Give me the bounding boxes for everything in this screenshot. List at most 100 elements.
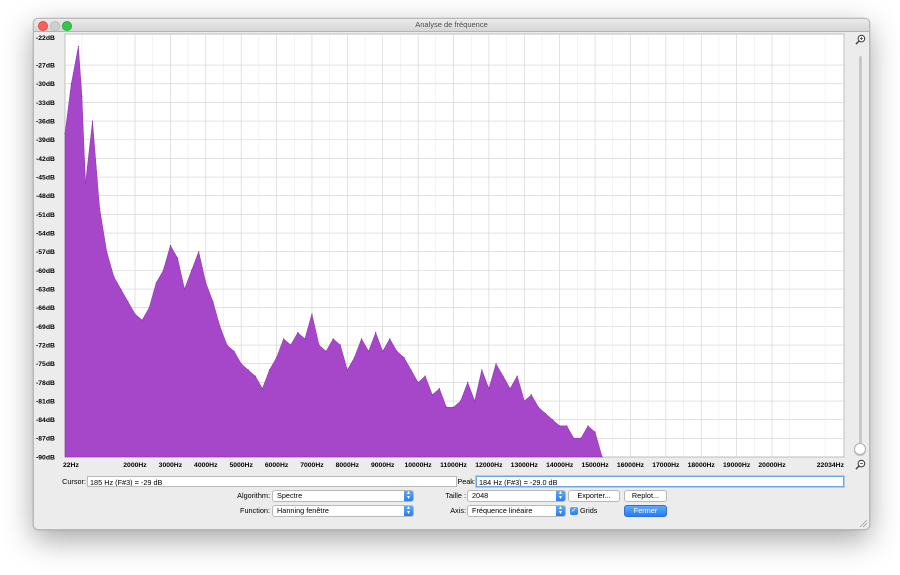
resize-grip-icon[interactable] <box>859 519 867 527</box>
spectrum-point <box>467 381 469 383</box>
spectrum-point <box>297 331 299 334</box>
peak-field[interactable]: 184 Hz (F#3) = -29.0 dB <box>476 476 844 487</box>
spectrum-point <box>106 251 108 253</box>
x-tick-label: 13000Hz <box>511 462 539 469</box>
spectrum-point <box>587 425 589 427</box>
spectrum-point <box>268 369 271 371</box>
chevron-updown-icon: ▴ ▾ <box>556 490 565 501</box>
algorithm-select[interactable]: Spectre ▴ ▾ <box>272 490 414 502</box>
y-tick-label: -54dB <box>36 230 55 237</box>
spectrum-point <box>169 244 171 247</box>
spectrum-point <box>438 387 440 390</box>
spectrum-point <box>502 375 504 377</box>
zoom-slider-track[interactable] <box>859 56 862 448</box>
spectrum-point <box>290 344 292 346</box>
spectrum-point <box>155 282 157 284</box>
magnifier-plus-icon[interactable] <box>855 34 866 45</box>
spectrum-point <box>573 437 575 439</box>
y-tick-label: -51dB <box>36 212 55 219</box>
spectrum-point <box>396 350 398 352</box>
zoom-slider-thumb[interactable] <box>854 443 866 455</box>
y-tick-label: -30dB <box>36 81 55 88</box>
spectrum-plot-area[interactable]: -22dB -27dB -30dB -33dB -36dB -39dB -42dB -45dB… <box>34 32 848 475</box>
spectrum-point <box>339 344 341 346</box>
spectrum-point <box>523 400 525 402</box>
spectrum-point <box>84 182 87 184</box>
algorithm-select-value: Spectre <box>277 491 303 500</box>
spectrum-point <box>346 369 348 371</box>
spectrum-point <box>233 350 235 352</box>
y-tick-label: -36dB <box>36 118 55 125</box>
y-tick-label: -60dB <box>36 268 55 275</box>
spectrum-point <box>367 350 370 352</box>
y-tick-label: -75dB <box>36 361 55 368</box>
size-select[interactable]: 2048 ▴ ▾ <box>467 490 566 502</box>
spectrum-point <box>488 387 490 390</box>
spectrum-point <box>325 350 327 352</box>
spectrum-point <box>240 363 242 365</box>
cursor-field[interactable]: 185 Hz (F#3) = -29 dB <box>87 476 457 487</box>
function-select[interactable]: Hanning fenêtre ▴ ▾ <box>272 505 414 517</box>
size-select-value: 2048 <box>472 491 489 500</box>
x-tick-label: 5000Hz <box>229 462 253 469</box>
y-tick-label: -39dB <box>36 137 55 144</box>
spectrum-point <box>127 300 129 303</box>
spectrum-point <box>495 363 497 365</box>
x-tick-label: 20000Hz <box>758 462 786 469</box>
spectrum-point <box>445 406 448 408</box>
spectrum-point <box>120 288 122 290</box>
x-tick-label: 7000Hz <box>300 462 324 469</box>
export-button[interactable]: Exporter... <box>568 490 620 502</box>
spectrum-point <box>91 120 94 122</box>
cursor-label: Cursor: <box>62 477 86 486</box>
replot-button[interactable]: Replot... <box>624 490 667 502</box>
spectrum-point <box>318 344 320 346</box>
x-tick-label: 12000Hz <box>475 462 503 469</box>
grids-checkbox[interactable]: ✓ <box>570 507 578 515</box>
x-tick-label: 10000Hz <box>405 462 433 469</box>
y-tick-label: -87dB <box>36 436 55 443</box>
spectrum-point <box>99 207 101 209</box>
y-tick-label: -45dB <box>36 174 55 181</box>
spectrum-point <box>360 338 363 340</box>
spectrum-point <box>141 319 143 321</box>
y-tick-label: -48dB <box>36 193 55 200</box>
spectrum-point <box>148 307 150 309</box>
spectrum-point <box>198 251 200 253</box>
spectrum-point <box>452 406 455 408</box>
x-tick-label: 6000Hz <box>265 462 289 469</box>
close-button[interactable]: Fermer <box>624 505 667 517</box>
spectrum-chart[interactable]: -22dB -27dB -30dB -33dB -36dB -39dB -42dB -45dB… <box>34 32 848 475</box>
spectrum-point <box>552 419 554 421</box>
y-tick-label: -66dB <box>36 305 55 312</box>
spectrum-point <box>382 350 384 352</box>
function-select-value: Hanning fenêtre <box>277 506 329 515</box>
spectrum-point <box>431 394 433 396</box>
spectrum-point <box>311 313 313 315</box>
y-tick-label: -81dB <box>36 398 55 405</box>
x-tick-label: 14000Hz <box>546 462 574 469</box>
x-tick-label: 22Hz <box>63 462 79 469</box>
spectrum-point <box>162 269 164 271</box>
axis-select[interactable]: Fréquence linéaire ▴ ▾ <box>467 505 566 517</box>
spectrum-point <box>77 45 79 48</box>
y-tick-label: -63dB <box>36 286 55 293</box>
y-tick-label: -84dB <box>36 417 55 424</box>
magnifier-minus-icon[interactable] <box>855 459 866 470</box>
y-tick-label: -90dB <box>36 454 55 461</box>
x-tick-label: 11000Hz <box>440 462 467 469</box>
y-tick-label: -78dB <box>36 380 55 387</box>
spectrum-point <box>537 406 540 408</box>
spectrum-point <box>191 269 193 271</box>
x-tick-label: 9000Hz <box>371 462 395 469</box>
x-tick-label: 22034Hz <box>817 462 845 469</box>
x-tick-label: 19000Hz <box>723 462 751 469</box>
spectrum-point <box>530 394 532 396</box>
x-tick-label: 15000Hz <box>581 462 609 469</box>
spectrum-point <box>254 375 256 377</box>
spectrum-point <box>481 369 483 371</box>
spectrum-point <box>353 356 356 359</box>
spectrum-point <box>594 431 596 433</box>
spectrum-point <box>601 456 603 458</box>
spectrum-point <box>580 437 582 439</box>
